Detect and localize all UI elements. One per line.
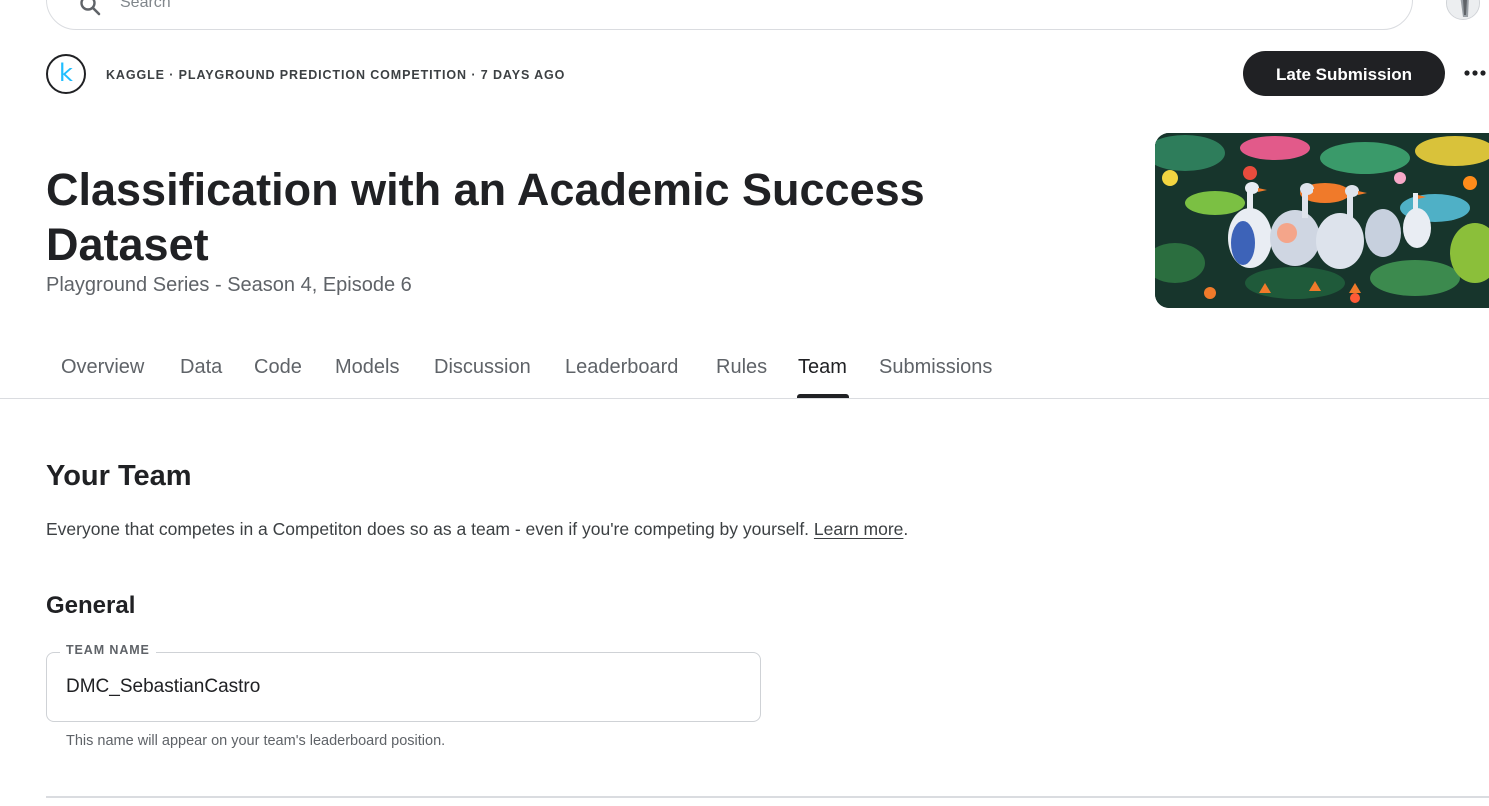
competition-tabs: Overview Data Code Models Discussion Lea…: [0, 348, 1489, 399]
user-avatar[interactable]: [1446, 0, 1480, 20]
tab-models[interactable]: Models: [335, 356, 399, 379]
tab-rules[interactable]: Rules: [716, 356, 767, 379]
team-name-helper-text: This name will appear on your team's lea…: [66, 733, 446, 749]
more-horizontal-icon[interactable]: [1462, 60, 1488, 86]
your-team-heading: Your Team: [46, 460, 192, 492]
avatar-image: [1447, 0, 1479, 19]
search-icon: [80, 0, 101, 16]
general-heading: General: [46, 592, 136, 619]
competition-subtitle: Playground Series - Season 4, Episode 6: [46, 274, 412, 296]
tab-data[interactable]: Data: [180, 356, 222, 379]
competition-meta: KAGGLE · PLAYGROUND PREDICTION COMPETITI…: [106, 68, 566, 82]
competition-banner-image: [1155, 133, 1489, 308]
tab-code[interactable]: Code: [254, 356, 302, 379]
active-tab-indicator: [797, 394, 849, 398]
competition-title: Classification with an Academic Success …: [46, 164, 925, 270]
team-description-period: .: [903, 519, 909, 539]
team-description: Everyone that competes in a Competiton d…: [46, 519, 908, 540]
learn-more-link[interactable]: Learn more: [814, 519, 904, 539]
tab-team[interactable]: Team: [798, 356, 847, 379]
kaggle-logo[interactable]: k: [46, 54, 86, 94]
tab-submissions[interactable]: Submissions: [879, 356, 992, 379]
team-description-text: Everyone that competes in a Competiton d…: [46, 519, 810, 539]
section-divider: [46, 796, 1489, 798]
search-input[interactable]: [120, 0, 1320, 14]
kaggle-logo-letter: k: [59, 59, 73, 87]
team-name-label: TEAM NAME: [60, 643, 156, 657]
tab-leaderboard[interactable]: Leaderboard: [565, 356, 678, 379]
banner-artwork: [1155, 133, 1489, 308]
tab-overview[interactable]: Overview: [61, 356, 144, 379]
team-name-input[interactable]: [66, 674, 726, 700]
tab-discussion[interactable]: Discussion: [434, 356, 531, 379]
late-submission-button[interactable]: Late Submission: [1243, 51, 1445, 96]
